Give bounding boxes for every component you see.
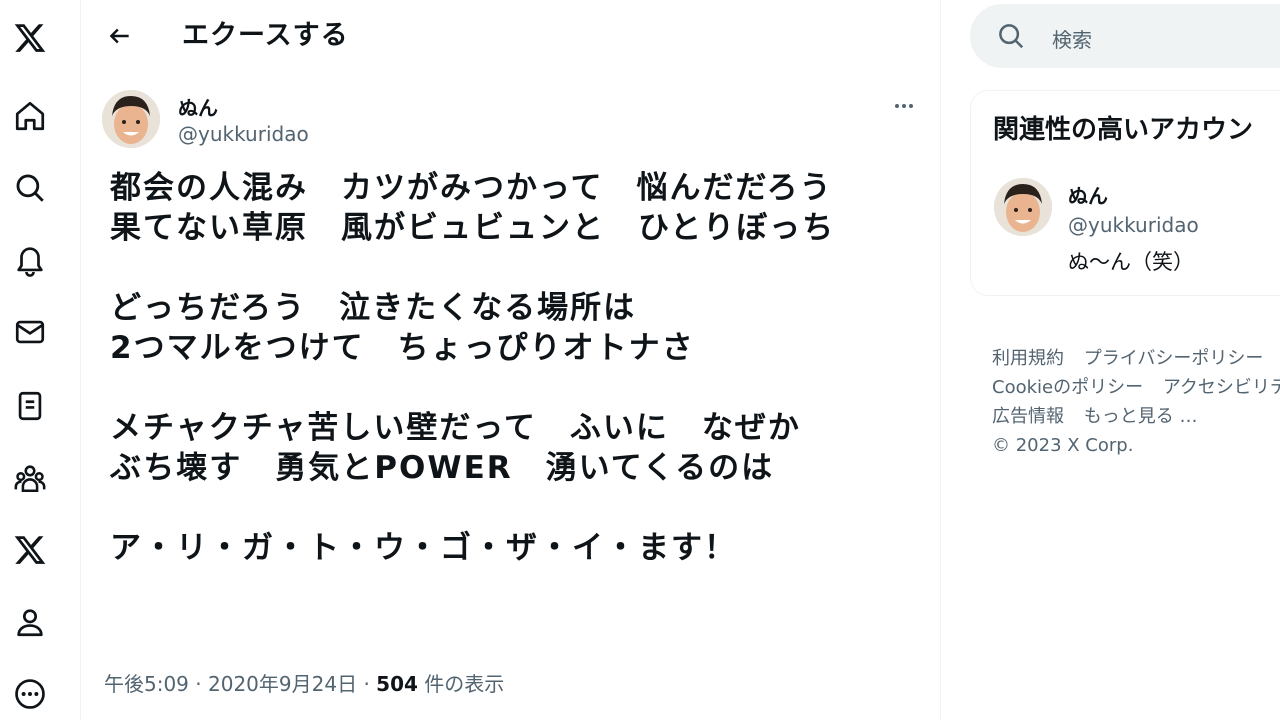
more-dots-icon	[895, 104, 913, 108]
page-title: エクースする	[182, 20, 349, 51]
tweet-time[interactable]: 午後5:09	[104, 672, 189, 696]
footer-link-terms[interactable]: 利用規約	[992, 348, 1064, 369]
views-label: 件の表示	[424, 672, 505, 696]
related-account-name[interactable]: ぬん	[1068, 180, 1108, 209]
x-logo-icon[interactable]	[10, 18, 50, 58]
more-circle-icon[interactable]	[10, 674, 50, 714]
list-icon[interactable]	[10, 386, 50, 426]
avatar[interactable]	[102, 90, 160, 148]
footer-link-ads[interactable]: 広告情報	[992, 406, 1064, 427]
footer-link-cookie[interactable]: Cookieのポリシー	[992, 377, 1143, 398]
author-handle[interactable]: @yukkuridao	[178, 122, 309, 146]
meta-separator: ·	[195, 672, 202, 696]
mail-icon[interactable]	[10, 312, 50, 352]
footer-link-more[interactable]: もっと見る …	[1084, 406, 1198, 427]
tweet-date[interactable]: 2020年9月24日	[208, 672, 357, 696]
x-premium-icon[interactable]	[10, 530, 50, 570]
bell-icon[interactable]	[10, 240, 50, 280]
search-icon[interactable]	[10, 168, 50, 208]
search-box[interactable]: 検索	[970, 4, 1280, 68]
tweet-text: 都会の人混み カツがみつかって 悩んだだろう 果てない草原 風がビュビュンと ひ…	[110, 170, 836, 566]
communities-icon[interactable]	[10, 458, 50, 498]
related-title: 関連性の高いアカウン	[993, 115, 1254, 145]
main-column: エクースする ぬん @yukkuridao 都会の人混み カツがみつかって 悩ん…	[80, 0, 941, 720]
search-icon	[999, 24, 1024, 49]
footer-link-accessibility[interactable]: アクセシビリテ	[1163, 377, 1280, 398]
tweet-meta: 午後5:09 · 2020年9月24日 · 504 件の表示	[104, 668, 504, 697]
arrow-left-icon	[109, 28, 129, 44]
left-nav	[0, 0, 81, 720]
related-account-bio: ぬ～ん（笑）	[1068, 250, 1194, 274]
back-button[interactable]	[102, 18, 138, 54]
related-avatar[interactable]	[994, 178, 1052, 236]
search-placeholder[interactable]: 検索	[1052, 24, 1092, 53]
footer-copyright: © 2023 X Corp.	[992, 435, 1134, 456]
related-account-handle[interactable]: @yukkuridao	[1068, 213, 1199, 237]
profile-icon[interactable]	[10, 602, 50, 642]
views-count: 504	[376, 672, 418, 696]
meta-separator: ·	[363, 672, 370, 696]
home-icon[interactable]	[10, 96, 50, 136]
footer-links: 利用規約 プライバシーポリシー Cookieのポリシー アクセシビリテ 広告情報…	[992, 344, 1280, 460]
more-options-button[interactable]	[890, 92, 918, 120]
author-name[interactable]: ぬん	[178, 92, 218, 121]
footer-link-privacy[interactable]: プライバシーポリシー	[1084, 348, 1264, 369]
